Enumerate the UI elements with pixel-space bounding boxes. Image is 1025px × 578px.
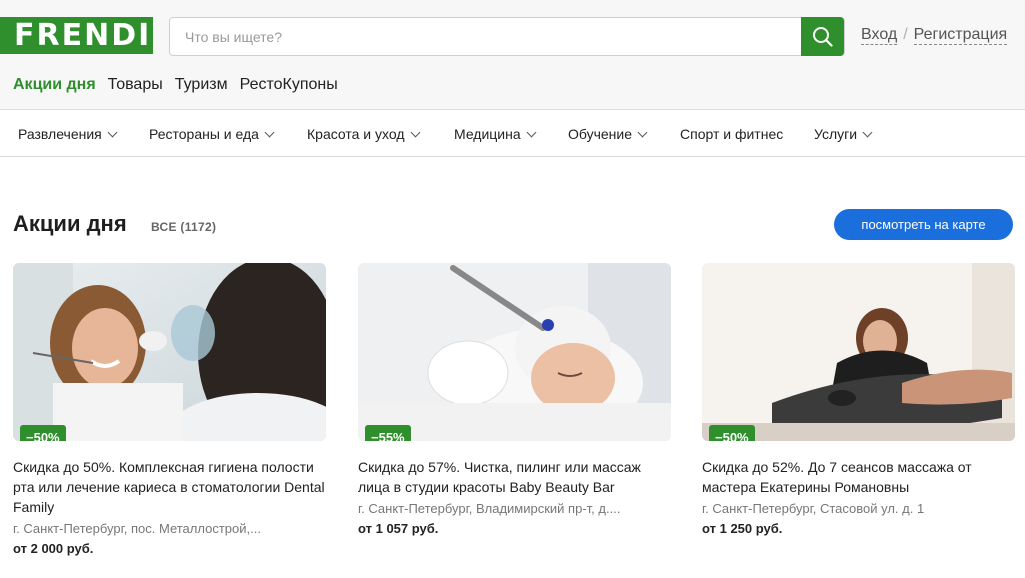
deal-address: г. Санкт-Петербург, Владимирский пр-т, д…	[358, 501, 621, 516]
chevron-down-icon	[264, 127, 275, 138]
auth-separator: /	[903, 26, 908, 43]
category-bar: Развлечения Рестораны и еда Красота и ух…	[0, 111, 1025, 157]
chevron-down-icon	[107, 127, 118, 138]
view-on-map-button[interactable]: посмотреть на карте	[834, 209, 1013, 240]
chevron-down-icon	[526, 127, 537, 138]
deal-address: г. Санкт-Петербург, пос. Металлострой,..…	[13, 521, 261, 536]
category-sport[interactable]: Спорт и фитнес	[680, 126, 783, 142]
category-label: Рестораны и еда	[149, 126, 259, 142]
category-entertainment[interactable]: Развлечения	[18, 126, 118, 142]
deal-price: от 2 000 руб.	[13, 541, 94, 556]
tab-tourism[interactable]: Туризм	[175, 76, 228, 93]
deal-card[interactable]: −50% Скидка до 52%. До 7 сеансов массажа…	[702, 263, 1015, 536]
category-education[interactable]: Обучение	[568, 126, 648, 142]
category-label: Красота и уход	[307, 126, 405, 142]
register-link[interactable]: Регистрация	[913, 26, 1008, 45]
deal-image-massage[interactable]: −50%	[702, 263, 1015, 441]
category-label: Медицина	[454, 126, 521, 142]
search-button[interactable]	[801, 17, 844, 56]
discount-badge: −55%	[365, 425, 411, 441]
chevron-down-icon	[637, 127, 648, 138]
frendi-logo[interactable]: FRENDI	[0, 17, 153, 54]
facial-photo	[358, 263, 671, 441]
category-medicine[interactable]: Медицина	[454, 126, 537, 142]
deal-card[interactable]: −55% Скидка до 57%. Чистка, пилинг или м…	[358, 263, 671, 536]
category-label: Развлечения	[18, 126, 102, 142]
dentist-photo	[13, 263, 326, 441]
category-services[interactable]: Услуги	[814, 126, 873, 142]
category-beauty[interactable]: Красота и уход	[307, 126, 420, 142]
all-deals-link[interactable]: ВСЕ (1172)	[151, 220, 216, 234]
login-link[interactable]: Вход	[861, 26, 898, 45]
search-bar	[169, 17, 845, 56]
auth-links: Вход / Регистрация	[861, 26, 1008, 45]
discount-badge: −50%	[709, 425, 755, 441]
deal-price: от 1 057 руб.	[358, 521, 439, 536]
chevron-down-icon	[862, 127, 873, 138]
search-icon	[813, 27, 833, 47]
tab-goods[interactable]: Товары	[108, 76, 163, 93]
tab-deals[interactable]: Акции дня	[13, 76, 96, 93]
deal-title[interactable]: Скидка до 52%. До 7 сеансов массажа от м…	[702, 457, 1015, 497]
massage-photo	[702, 263, 1015, 441]
deal-image-dentist[interactable]: −50%	[13, 263, 326, 441]
category-label: Спорт и фитнес	[680, 126, 784, 142]
site-header: FRENDI Вход / Регистрация Акции дня Товары Т…	[0, 0, 1025, 110]
discount-badge: −50%	[20, 425, 66, 441]
deal-address: г. Санкт-Петербург, Стасовой ул. д. 1	[702, 501, 925, 516]
deal-price: от 1 250 руб.	[702, 521, 783, 536]
category-label: Обучение	[568, 126, 633, 142]
category-restaurants[interactable]: Рестораны и еда	[149, 126, 275, 142]
deal-title[interactable]: Скидка до 57%. Чистка, пилинг или массаж…	[358, 457, 671, 497]
search-input[interactable]	[170, 18, 802, 55]
main-tabs: Акции дня Товары Туризм РестоКупоны	[13, 76, 350, 94]
tab-restocoupons[interactable]: РестоКупоны	[240, 76, 338, 93]
deal-title[interactable]: Скидка до 50%. Комплексная гигиена полос…	[13, 457, 326, 517]
chevron-down-icon	[410, 127, 420, 138]
deal-card[interactable]: −50% Скидка до 50%. Комплексная гигиена …	[13, 263, 326, 556]
section-title: Акции дня	[13, 211, 127, 236]
category-label: Услуги	[814, 126, 858, 142]
deal-image-facial[interactable]: −55%	[358, 263, 671, 441]
